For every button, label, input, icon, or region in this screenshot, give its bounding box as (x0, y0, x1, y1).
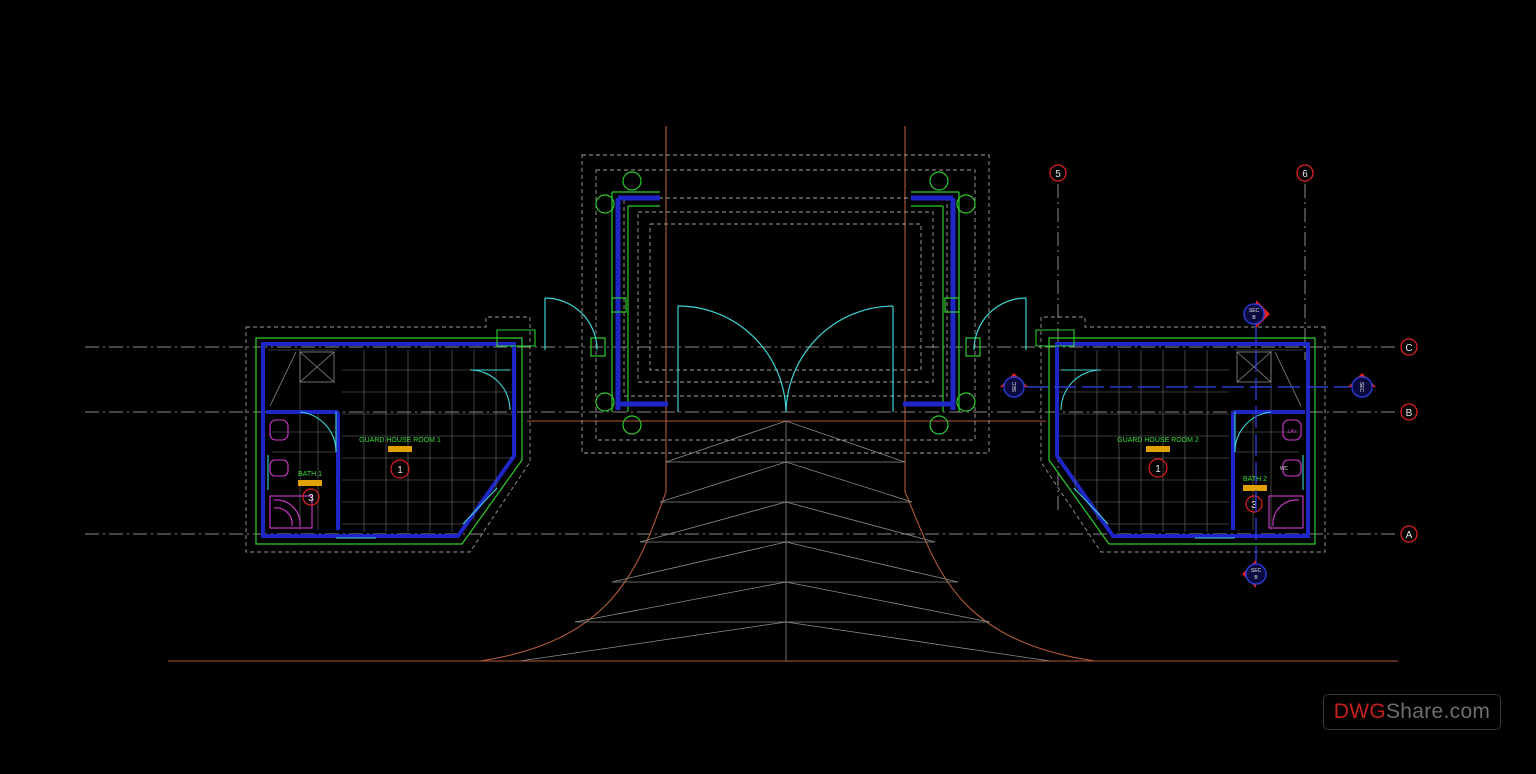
driveway (168, 126, 1398, 662)
fixture-label-wc: WC (1280, 466, 1289, 472)
grid-label-5: 5 (1055, 169, 1061, 180)
gate-pier-caps (590, 171, 981, 435)
room-label-guard-house-2: GUARD HOUSE ROOM 2 (1117, 437, 1199, 444)
grid-label-b: B (1406, 408, 1413, 419)
left-room-labels: GUARD HOUSE ROOM 1 1 BATH 1 3 (298, 437, 441, 506)
section-marker-right: SEC (1348, 373, 1376, 398)
section-marker-bottom: SEC B (1242, 560, 1267, 588)
room-tag-guard-house-2 (1146, 446, 1170, 452)
room-label-bath-2: BATH 2 (1243, 476, 1267, 483)
left-shower-x (269, 351, 335, 407)
grid-lines (85, 184, 1398, 535)
gate-walls (611, 191, 960, 412)
room-number-guard-house-1: 1 (397, 465, 403, 476)
watermark-share: Share.com (1385, 700, 1491, 723)
room-number-guard-house-2: 1 (1155, 464, 1161, 475)
guard-house-right (1035, 316, 1326, 553)
driveway-hatch (519, 420, 1051, 662)
right-house-doors (1060, 369, 1304, 539)
grid-label-c: C (1405, 343, 1412, 354)
section-marker-left: SEC (1000, 373, 1028, 398)
right-shower-x (1236, 351, 1302, 407)
grid-label-a: A (1406, 530, 1413, 541)
section-label-right: SEC (1358, 382, 1364, 393)
room-label-bath-1: BATH 1 (298, 471, 322, 478)
room-tag-bath-1 (298, 480, 322, 486)
grid-label-6: 6 (1302, 169, 1308, 180)
cad-floor-plan: C B A 5 6 GUARD HOUSE ROOM 1 1 BATH 1 3 … (85, 126, 1418, 662)
section-marker-top: SEC B (1243, 300, 1270, 328)
room-number-bath-1: 3 (308, 493, 314, 504)
fixture-label-lav: LAV (1287, 429, 1297, 435)
room-tag-guard-house-1 (388, 446, 412, 452)
right-house-fixtures (1268, 419, 1304, 529)
watermark-dwg: DWG (1333, 700, 1386, 723)
guard-house-left (245, 316, 536, 553)
dwgshare-watermark: DWG Share.com (1323, 694, 1501, 730)
section-label-bottom: SEC (1251, 568, 1262, 574)
room-label-guard-house-1: GUARD HOUSE ROOM 1 (359, 437, 441, 444)
room-tag-bath-2 (1243, 485, 1267, 491)
section-label-top: SEC (1249, 308, 1260, 314)
section-label-left: SEC (1012, 381, 1018, 392)
